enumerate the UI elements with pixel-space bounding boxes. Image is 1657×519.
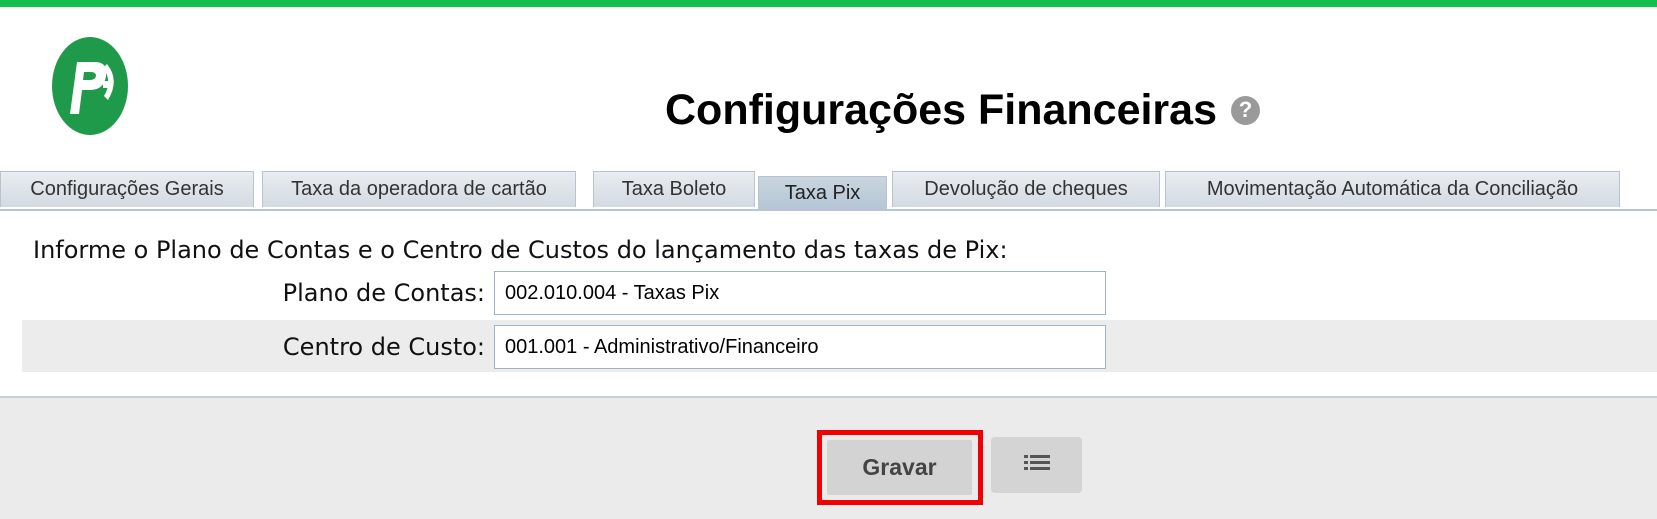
tab-movimentacao-conciliacao[interactable]: Movimentação Automática da Conciliação xyxy=(1165,171,1620,207)
list-icon xyxy=(1023,453,1050,478)
tab-taxa-operadora-cartao[interactable]: Taxa da operadora de cartão xyxy=(262,171,576,207)
list-button[interactable] xyxy=(991,437,1082,493)
plano-contas-field[interactable] xyxy=(494,271,1106,315)
question-circle-icon[interactable]: ? xyxy=(1231,95,1260,125)
tab-divider xyxy=(0,209,1657,211)
centro-custo-label: Centro de Custo: xyxy=(282,333,485,361)
app-logo-icon xyxy=(50,34,130,139)
plano-contas-label: Plano de Contas: xyxy=(282,279,485,307)
centro-custo-field[interactable] xyxy=(494,325,1106,369)
tab-configuracoes-gerais[interactable]: Configurações Gerais xyxy=(0,171,254,207)
save-button[interactable]: Gravar xyxy=(827,440,972,495)
tab-bar: Configurações Gerais Taxa da operadora d… xyxy=(0,171,1657,209)
page-title: Configurações Financeiras xyxy=(665,85,1217,134)
tab-taxa-boleto[interactable]: Taxa Boleto xyxy=(593,171,755,207)
page-title-group: Configurações Financeiras ? xyxy=(665,80,1260,140)
top-accent-bar xyxy=(0,0,1657,7)
tab-devolucao-cheques[interactable]: Devolução de cheques xyxy=(892,171,1160,207)
tab-taxa-pix[interactable]: Taxa Pix xyxy=(758,176,887,209)
form-heading: Informe o Plano de Contas e o Centro de … xyxy=(33,236,1008,264)
